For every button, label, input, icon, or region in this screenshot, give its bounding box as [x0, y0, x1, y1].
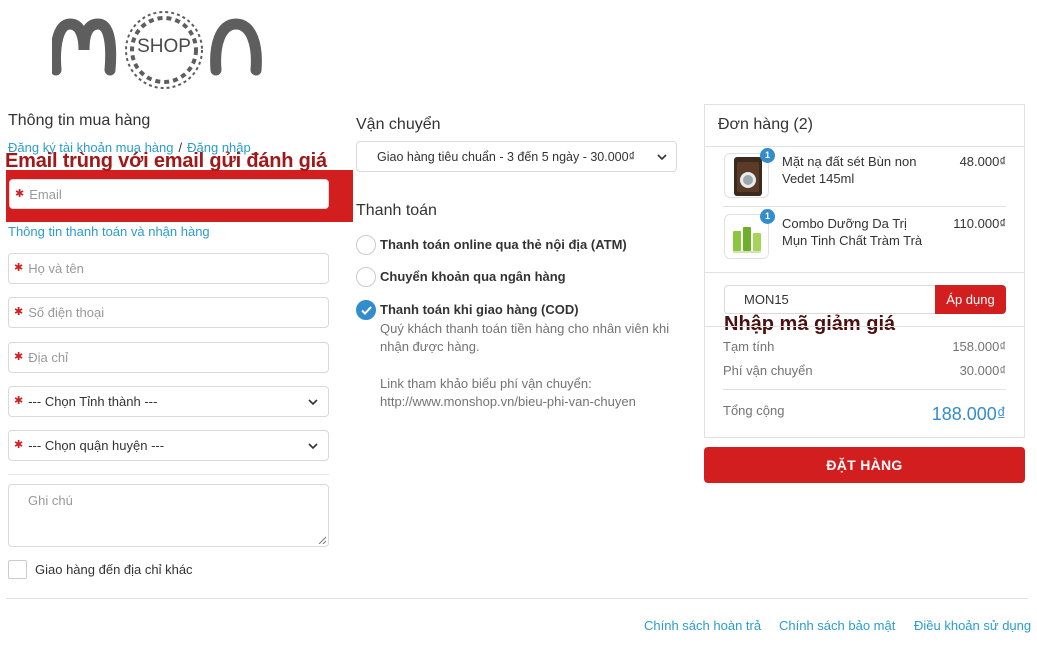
email-input[interactable]: ✱ Email: [9, 179, 329, 209]
quantity-badge: 1: [760, 148, 775, 163]
phone-placeholder: Số điện thoại: [28, 305, 105, 320]
required-asterisk: ✱: [14, 306, 24, 318]
email-annotation: Email trùng với email gửi đánh giá: [5, 150, 327, 172]
required-asterisk: ✱: [14, 395, 24, 407]
province-selected: --- Chọn Tỉnh thành ---: [28, 394, 158, 409]
order-summary: Đơn hàng (2) 1 Mặt nạ đất sét Bùn non Ve…: [704, 104, 1025, 438]
shipping-fee-label: Phí vận chuyển: [723, 363, 813, 378]
order-title: Đơn hàng (2): [718, 116, 813, 133]
logo-text: SHOP: [137, 36, 191, 57]
divider: [8, 474, 329, 475]
district-select[interactable]: ✱ --- Chọn quận huyện ---: [8, 430, 329, 461]
notes-textarea[interactable]: Ghi chú: [8, 484, 329, 547]
shipping-selected: Giao hàng tiêu chuẩn - 3 đến 5 ngày - 30…: [377, 150, 635, 164]
payment-radio-cod[interactable]: [356, 300, 376, 320]
subtotal-label: Tạm tính: [723, 339, 775, 354]
alt-address-label: Giao hàng đến địa chỉ khác: [35, 562, 193, 577]
name-input[interactable]: ✱ Họ và tên: [8, 253, 329, 284]
check-icon: [361, 306, 372, 315]
payment-label-bank[interactable]: Chuyển khoản qua ngân hàng: [380, 269, 566, 284]
name-placeholder: Họ và tên: [28, 261, 84, 276]
shipping-title: Vận chuyển: [356, 116, 441, 133]
notes-placeholder: Ghi chú: [28, 493, 73, 508]
required-asterisk: ✱: [14, 439, 24, 451]
apply-coupon-button[interactable]: Áp dụng: [935, 285, 1006, 314]
item-price: 110.000₫: [953, 216, 1006, 231]
payment-radio-bank[interactable]: [356, 267, 376, 287]
footer-divider: [6, 598, 1028, 599]
payment-label-atm[interactable]: Thanh toán online qua thẻ nội địa (ATM): [380, 237, 627, 252]
shipping-fee-value: 30.000₫: [959, 363, 1006, 378]
phone-input[interactable]: ✱ Số điện thoại: [8, 297, 329, 328]
divider: [705, 146, 1024, 147]
logo-graphic: SHOP: [50, 11, 262, 89]
chevron-down-icon: [308, 399, 318, 406]
coupon-annotation: Nhập mã giảm giá: [724, 313, 896, 335]
address-input[interactable]: ✱ Địa chỉ: [8, 342, 329, 373]
return-policy-link[interactable]: Chính sách hoàn trả: [644, 618, 761, 633]
quantity-badge: 1: [760, 209, 775, 224]
payment-label-cod[interactable]: Thanh toán khi giao hàng (COD): [380, 302, 579, 317]
alt-address-checkbox[interactable]: [8, 560, 27, 579]
subtotal-value: 158.000₫: [952, 339, 1006, 354]
district-selected: --- Chọn quận huyện ---: [28, 438, 165, 453]
place-order-button[interactable]: ĐẶT HÀNG: [704, 447, 1025, 483]
cod-description: Quý khách thanh toán tiền hàng cho nhân …: [380, 321, 670, 354]
divider: [723, 389, 1006, 390]
total-value: 188.000₫: [931, 404, 1006, 424]
chevron-down-icon: [657, 154, 667, 161]
required-asterisk: ✱: [14, 351, 24, 363]
shipping-select[interactable]: Giao hàng tiêu chuẩn - 3 đến 5 ngày - 30…: [356, 141, 677, 172]
resize-handle-icon[interactable]: [318, 536, 326, 544]
province-select[interactable]: ✱ --- Chọn Tỉnh thành ---: [8, 386, 329, 417]
divider: [705, 326, 1024, 327]
address-placeholder: Địa chỉ: [28, 350, 68, 365]
privacy-policy-link[interactable]: Chính sách bảo mật: [779, 618, 895, 633]
email-placeholder: Email: [29, 186, 62, 202]
shop-logo[interactable]: SHOP: [50, 6, 274, 96]
payment-title: Thanh toán: [356, 202, 437, 219]
required-asterisk: ✱: [15, 187, 25, 200]
billing-info-link[interactable]: Thông tin thanh toán và nhận hàng: [8, 224, 210, 239]
divider: [705, 272, 1024, 273]
terms-of-use-link[interactable]: Điều khoản sử dụng: [914, 618, 1031, 633]
coupon-input[interactable]: MON15: [724, 285, 936, 314]
required-asterisk: ✱: [14, 262, 24, 274]
divider: [723, 206, 1006, 207]
shipping-fee-reference: Link tham khảo biểu phí vận chuyển: http…: [380, 376, 636, 409]
item-price: 48.000₫: [959, 154, 1006, 169]
payment-radio-atm[interactable]: [356, 235, 376, 255]
total-label: Tổng cộng: [723, 403, 785, 418]
item-name: Mặt nạ đất sét Bùn non Vedet 145ml: [782, 154, 917, 186]
item-name: Combo Dưỡng Da Trị Mụn Tinh Chất Tràm Tr…: [782, 216, 923, 248]
buyer-title: Thông tin mua hàng: [8, 112, 151, 129]
chevron-down-icon: [308, 443, 318, 450]
